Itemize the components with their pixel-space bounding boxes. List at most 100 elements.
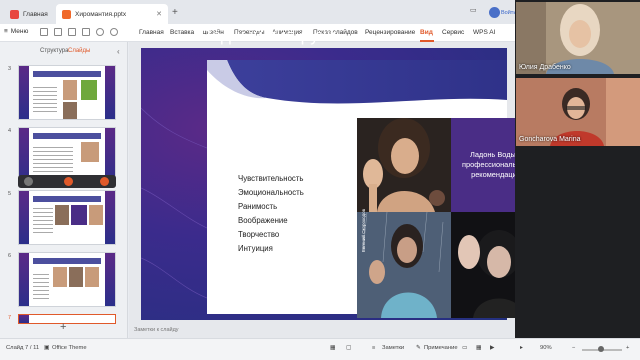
- print-icon[interactable]: [68, 28, 76, 36]
- slide-number: 7: [8, 315, 12, 321]
- open-folder-icon[interactable]: [54, 28, 62, 36]
- quality-item: Воображение: [238, 216, 288, 225]
- slideshow-icon[interactable]: ▶: [490, 345, 494, 351]
- notes-button[interactable]: Заметки: [382, 345, 404, 351]
- zoom-level[interactable]: 90%: [540, 345, 552, 351]
- video-tile[interactable]: Юлия Драбенко: [516, 2, 640, 74]
- thumb-image: [63, 80, 77, 100]
- ribbon-tab-tools[interactable]: Сервис: [442, 29, 464, 36]
- slide-thumbnail[interactable]: [18, 252, 116, 307]
- thumb-frame-right: [105, 191, 115, 244]
- thumb-title-band: [33, 258, 101, 264]
- grid-view-icon[interactable]: ▦: [476, 345, 481, 351]
- zoom-slider-handle[interactable]: [598, 346, 604, 352]
- presentation-file-icon: [62, 9, 71, 19]
- thumb-image: [55, 205, 69, 225]
- quality-item: Чувствительность: [238, 174, 304, 183]
- menu-button[interactable]: ≡ Меню: [4, 28, 28, 35]
- quality-item: Ранимость: [238, 202, 278, 211]
- quality-item: Эмоциональность: [238, 188, 304, 197]
- tab-structure[interactable]: Структура: [40, 48, 68, 54]
- participant-name: Goncharova Marina: [519, 136, 581, 143]
- ribbon-tab-insert[interactable]: Вставка: [170, 29, 194, 36]
- thumb-image: [53, 267, 67, 287]
- thumb-frame-left: [19, 253, 29, 306]
- comment-icon[interactable]: ✎: [416, 345, 421, 351]
- close-tab-icon[interactable]: ✕: [156, 10, 162, 18]
- tab-home[interactable]: Главная: [4, 4, 54, 24]
- zoom-in-icon[interactable]: +: [626, 345, 629, 351]
- ribbon-tab-review[interactable]: Рецензирование: [365, 29, 415, 36]
- thumb-frame-left: [19, 315, 29, 323]
- thumb-text: [33, 205, 53, 235]
- panel-tabs: Структура Слайды ‹: [0, 46, 128, 58]
- undo-icon[interactable]: [96, 28, 104, 36]
- monitor-icon[interactable]: ▭: [470, 6, 477, 14]
- slide-number: 5: [8, 191, 12, 197]
- thumb-title-band: [33, 196, 101, 202]
- reading-view-icon[interactable]: ▢: [346, 345, 351, 351]
- tab-document-label: Хиромантия.pptx: [75, 10, 127, 18]
- thumb-text: [33, 84, 57, 114]
- thumb-frame-right: [105, 253, 115, 306]
- stop-icon[interactable]: [100, 177, 109, 186]
- thumb-purple-block: [71, 205, 87, 225]
- thumb-title-band: [33, 71, 101, 77]
- photo-woman-rain: [357, 212, 451, 318]
- quality-item: Интуиция: [238, 244, 273, 253]
- slide-number: 3: [8, 66, 12, 72]
- slide-sorter-icon[interactable]: ▦: [330, 345, 335, 351]
- photo-credit: Евгений Скороходов: [361, 208, 366, 252]
- notes-input[interactable]: Заметки к слайду: [134, 327, 179, 333]
- notes-toggle-icon[interactable]: ≡: [372, 345, 375, 351]
- thumb-image: [81, 142, 99, 162]
- slide-thumbnail-selected[interactable]: [18, 314, 116, 324]
- menu-label: Меню: [10, 28, 29, 35]
- thumb-title-band: [33, 133, 101, 139]
- theme-name[interactable]: Office Theme: [52, 345, 87, 351]
- theme-icon: ▣: [44, 345, 50, 351]
- slide-number: 4: [8, 128, 12, 134]
- thumb-frame-right: [105, 66, 115, 119]
- title-banner: [207, 60, 507, 104]
- chevron-left-icon[interactable]: ‹: [117, 47, 120, 56]
- video-tile[interactable]: Goncharova Marina: [516, 78, 640, 146]
- hamburger-icon: ≡: [4, 28, 8, 35]
- preview-icon[interactable]: [82, 28, 90, 36]
- ribbon-tab-home[interactable]: Главная: [139, 29, 164, 36]
- thumb-image: [63, 102, 77, 119]
- comment-button[interactable]: Примечание: [424, 345, 458, 351]
- normal-view-icon[interactable]: ▭: [462, 345, 467, 351]
- slide-title[interactable]: Водный тип руки: [200, 26, 337, 46]
- quality-item: Творчество: [238, 230, 280, 239]
- ribbon-tab-wps-ai[interactable]: WPS AI: [473, 29, 495, 36]
- record-icon[interactable]: [64, 177, 73, 186]
- redo-icon[interactable]: [110, 28, 118, 36]
- zoom-out-icon[interactable]: −: [572, 345, 575, 351]
- tab-home-label: Главная: [23, 10, 48, 18]
- play-icon[interactable]: ▸: [520, 345, 523, 351]
- save-icon[interactable]: [40, 28, 48, 36]
- photo-woman-waving: [357, 118, 451, 212]
- thumb-image: [85, 267, 99, 287]
- thumb-image: [69, 267, 83, 287]
- wps-logo-icon: [10, 9, 19, 19]
- participant-name: Юлия Драбенко: [519, 64, 571, 71]
- tab-document[interactable]: Хиромантия.pptx ✕: [56, 4, 168, 24]
- slide-counter: Слайд 7 / 11: [6, 345, 40, 351]
- thumb-frame-left: [19, 191, 29, 244]
- add-slide-icon[interactable]: +: [60, 321, 66, 333]
- play-icon[interactable]: [24, 177, 33, 186]
- thumb-green-block: [81, 80, 97, 100]
- slide-number: 6: [8, 253, 12, 259]
- tab-slides[interactable]: Слайды: [68, 48, 90, 54]
- thumb-text: [33, 271, 49, 301]
- status-bar: Слайд 7 / 11 ▣ Office Theme ▦ ▢ ≡ Заметк…: [0, 338, 640, 360]
- ribbon-tab-view[interactable]: Вид: [420, 29, 433, 36]
- thumb-image: [89, 205, 103, 225]
- slide-thumbnail[interactable]: [18, 65, 116, 120]
- avatar[interactable]: [489, 7, 500, 18]
- slide-thumbnail[interactable]: [18, 190, 116, 245]
- thumb-frame-left: [19, 66, 29, 119]
- new-tab-icon[interactable]: +: [172, 7, 178, 18]
